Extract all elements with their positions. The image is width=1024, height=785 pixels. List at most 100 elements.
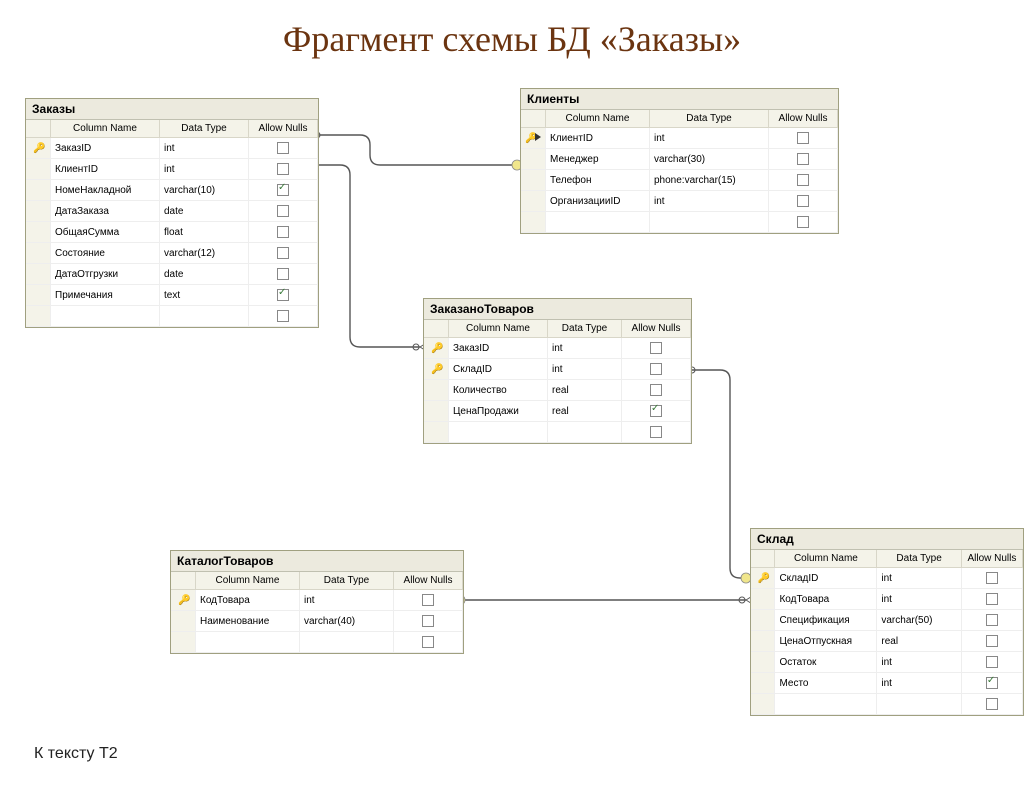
data-type-cell[interactable]: int: [548, 338, 622, 359]
column-name-cell[interactable]: ДатаОтгрузки: [51, 264, 160, 285]
data-type-cell[interactable]: int: [877, 568, 962, 589]
data-type-cell[interactable]: int: [877, 673, 962, 694]
table-row[interactable]: Остатокint: [751, 652, 1023, 673]
table-row[interactable]: ОбщаяСуммаfloat: [26, 222, 318, 243]
data-type-cell[interactable]: phone:varchar(15): [650, 170, 769, 191]
data-type-cell[interactable]: [877, 694, 962, 715]
allow-nulls-cell[interactable]: [622, 380, 691, 401]
data-type-cell[interactable]: varchar(50): [877, 610, 962, 631]
table-row[interactable]: ЦенаПродажиreal: [424, 401, 691, 422]
allow-nulls-checkbox[interactable]: [422, 615, 434, 627]
table-ordered-goods[interactable]: ЗаказаноТоваров Column Name Data Type Al…: [423, 298, 692, 444]
table-row[interactable]: Количествоreal: [424, 380, 691, 401]
allow-nulls-cell[interactable]: [961, 589, 1022, 610]
column-name-cell[interactable]: ОрганизацииID: [546, 191, 650, 212]
table-row[interactable]: Наименованиеvarchar(40): [171, 611, 463, 632]
allow-nulls-checkbox[interactable]: [986, 593, 998, 605]
table-row[interactable]: ОрганизацииIDint: [521, 191, 838, 212]
table-orders[interactable]: Заказы Column Name Data Type Allow Nulls…: [25, 98, 319, 328]
table-row[interactable]: Примечанияtext: [26, 285, 318, 306]
table-row[interactable]: ДатаЗаказаdate: [26, 201, 318, 222]
data-type-cell[interactable]: text: [160, 285, 249, 306]
allow-nulls-cell[interactable]: [249, 159, 318, 180]
data-type-cell[interactable]: date: [160, 264, 249, 285]
allow-nulls-checkbox[interactable]: [650, 384, 662, 396]
data-type-cell[interactable]: varchar(10): [160, 180, 249, 201]
allow-nulls-cell[interactable]: [622, 359, 691, 380]
allow-nulls-cell[interactable]: [249, 222, 318, 243]
allow-nulls-cell[interactable]: [961, 673, 1022, 694]
allow-nulls-cell[interactable]: [249, 243, 318, 264]
column-name-cell[interactable]: КлиентID: [546, 128, 650, 149]
table-row[interactable]: [171, 632, 463, 653]
table-row[interactable]: Состояниеvarchar(12): [26, 243, 318, 264]
column-name-cell[interactable]: [449, 422, 548, 443]
allow-nulls-checkbox[interactable]: [797, 216, 809, 228]
table-row[interactable]: [521, 212, 838, 233]
allow-nulls-checkbox[interactable]: [277, 310, 289, 322]
data-type-cell[interactable]: int: [160, 138, 249, 159]
table-row[interactable]: 🔑КлиентIDint: [521, 128, 838, 149]
data-type-cell[interactable]: [300, 632, 394, 653]
data-type-cell[interactable]: int: [650, 128, 769, 149]
data-type-cell[interactable]: float: [160, 222, 249, 243]
allow-nulls-cell[interactable]: [769, 170, 838, 191]
allow-nulls-cell[interactable]: [961, 652, 1022, 673]
table-stock[interactable]: Склад Column Name Data Type Allow Nulls …: [750, 528, 1024, 716]
data-type-cell[interactable]: [650, 212, 769, 233]
column-name-cell[interactable]: СкладID: [449, 359, 548, 380]
column-name-cell[interactable]: Количество: [449, 380, 548, 401]
table-row[interactable]: [751, 694, 1023, 715]
allow-nulls-checkbox[interactable]: [986, 572, 998, 584]
allow-nulls-checkbox[interactable]: [797, 132, 809, 144]
table-row[interactable]: 🔑СкладIDint: [424, 359, 691, 380]
data-type-cell[interactable]: varchar(12): [160, 243, 249, 264]
table-row[interactable]: 🔑СкладIDint: [751, 568, 1023, 589]
allow-nulls-cell[interactable]: [622, 338, 691, 359]
allow-nulls-checkbox[interactable]: [277, 205, 289, 217]
data-type-cell[interactable]: int: [650, 191, 769, 212]
data-type-cell[interactable]: int: [300, 590, 394, 611]
column-name-cell[interactable]: Место: [775, 673, 877, 694]
allow-nulls-cell[interactable]: [769, 128, 838, 149]
allow-nulls-checkbox[interactable]: [650, 342, 662, 354]
table-row[interactable]: Спецификацияvarchar(50): [751, 610, 1023, 631]
allow-nulls-checkbox[interactable]: [422, 636, 434, 648]
allow-nulls-checkbox[interactable]: [650, 426, 662, 438]
allow-nulls-cell[interactable]: [249, 306, 318, 327]
table-row[interactable]: НомеНакладнойvarchar(10): [26, 180, 318, 201]
data-type-cell[interactable]: date: [160, 201, 249, 222]
allow-nulls-checkbox[interactable]: [797, 153, 809, 165]
column-name-cell[interactable]: [196, 632, 300, 653]
allow-nulls-checkbox[interactable]: [277, 226, 289, 238]
column-name-cell[interactable]: ЦенаПродажи: [449, 401, 548, 422]
allow-nulls-checkbox[interactable]: [277, 289, 289, 301]
data-type-cell[interactable]: varchar(30): [650, 149, 769, 170]
allow-nulls-checkbox[interactable]: [986, 698, 998, 710]
column-name-cell[interactable]: ЗаказID: [449, 338, 548, 359]
data-type-cell[interactable]: varchar(40): [300, 611, 394, 632]
allow-nulls-cell[interactable]: [249, 201, 318, 222]
column-name-cell[interactable]: ДатаЗаказа: [51, 201, 160, 222]
table-row[interactable]: 🔑ЗаказIDint: [26, 138, 318, 159]
column-name-cell[interactable]: СкладID: [775, 568, 877, 589]
allow-nulls-cell[interactable]: [622, 422, 691, 443]
allow-nulls-checkbox[interactable]: [277, 268, 289, 280]
allow-nulls-cell[interactable]: [961, 694, 1022, 715]
allow-nulls-cell[interactable]: [394, 590, 463, 611]
allow-nulls-checkbox[interactable]: [986, 635, 998, 647]
data-type-cell[interactable]: [548, 422, 622, 443]
allow-nulls-cell[interactable]: [249, 285, 318, 306]
table-row[interactable]: 🔑КодТовараint: [171, 590, 463, 611]
allow-nulls-cell[interactable]: [249, 180, 318, 201]
column-name-cell[interactable]: КодТовара: [196, 590, 300, 611]
allow-nulls-checkbox[interactable]: [986, 656, 998, 668]
allow-nulls-cell[interactable]: [961, 631, 1022, 652]
allow-nulls-checkbox[interactable]: [422, 594, 434, 606]
table-row[interactable]: ЦенаОтпускнаяreal: [751, 631, 1023, 652]
data-type-cell[interactable]: real: [548, 380, 622, 401]
data-type-cell[interactable]: int: [877, 652, 962, 673]
table-row[interactable]: КодТовараint: [751, 589, 1023, 610]
table-row[interactable]: Телефонphone:varchar(15): [521, 170, 838, 191]
column-name-cell[interactable]: [775, 694, 877, 715]
